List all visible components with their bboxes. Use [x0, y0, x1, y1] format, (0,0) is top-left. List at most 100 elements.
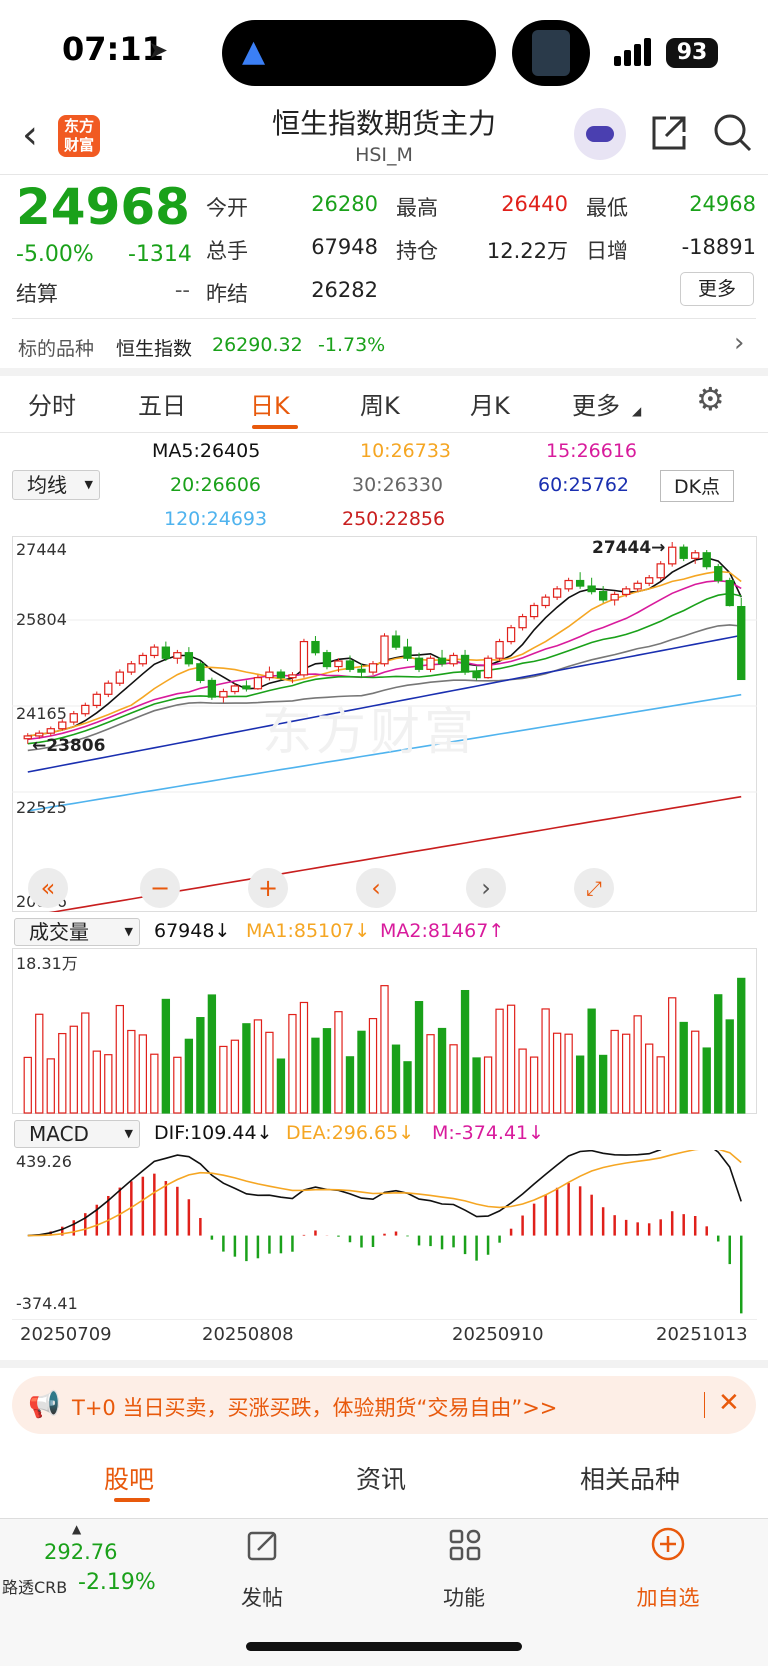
open-label: 今开 [206, 196, 248, 220]
volume-bar [621, 1033, 631, 1114]
macd-chart[interactable] [12, 1150, 757, 1320]
volume-bar [610, 1029, 619, 1114]
close-icon[interactable]: ✕ [718, 1388, 740, 1418]
tab-five-day[interactable]: 五日 [138, 386, 186, 421]
volume-select-label: 成交量 [29, 920, 89, 944]
candle [449, 654, 458, 665]
ma120-label: 120:24693 [164, 508, 268, 530]
volume-bar [714, 994, 723, 1114]
ma60-label: 60:25762 [538, 474, 630, 496]
volume-bar [58, 1032, 67, 1114]
volume-bar [391, 1044, 401, 1114]
gear-icon[interactable]: ⚙ [696, 380, 725, 418]
volume-bar [506, 1004, 516, 1114]
fullscreen-icon[interactable]: ⤢ [574, 868, 614, 908]
candle [345, 660, 355, 670]
candle [380, 635, 389, 665]
tab-related[interactable]: 相关品种 [580, 1460, 680, 1496]
tab-daily-k[interactable]: 日K [250, 386, 290, 421]
low-marker: ←23806 [32, 736, 106, 756]
volume-bar [173, 1056, 182, 1114]
candle [357, 668, 366, 673]
ma30-label: 30:26330 [352, 474, 444, 496]
change-amount: -1314 [128, 242, 192, 267]
more-quote-button[interactable]: 更多 [680, 272, 754, 306]
candle [426, 657, 435, 670]
volume-bar [138, 1034, 148, 1114]
candle [46, 728, 55, 734]
candle [288, 674, 297, 679]
tab-intraday[interactable]: 分时 [28, 386, 76, 421]
underlying-pct: -1.73% [318, 334, 386, 356]
date-label-1: 20250709 [20, 1324, 112, 1345]
scroll-right-icon[interactable]: › [466, 868, 506, 908]
settle-label: 结算 [16, 282, 58, 306]
volume-bar [69, 1025, 78, 1114]
edit-post-icon[interactable] [246, 1528, 280, 1562]
candle [621, 588, 631, 595]
volume-bar [380, 985, 389, 1114]
nav-add-label[interactable]: 加自选 [608, 1582, 728, 1612]
volume-bar [253, 1019, 263, 1114]
zoom-out-icon[interactable]: − [140, 868, 180, 908]
megaphone-icon: 📢 [28, 1390, 61, 1420]
tab-weekly-k[interactable]: 周K [360, 386, 400, 421]
candle [495, 640, 504, 659]
candle [403, 646, 412, 659]
ma15-label: 15:26616 [546, 440, 638, 462]
volume-bar [288, 1013, 297, 1114]
underlying-name: 恒生指数 [116, 338, 193, 360]
ma5-label: MA5:26405 [152, 440, 261, 462]
scroll-left-icon[interactable]: ‹ [356, 868, 396, 908]
macd-m: M:-374.41↓ [432, 1122, 545, 1144]
promo-text[interactable]: T+0 当日买卖，买涨买跌，体验期货“交易自由”>> [72, 1392, 557, 1422]
volume-bar [518, 1048, 527, 1114]
share-icon[interactable] [650, 114, 688, 152]
indicator-select-volume[interactable]: 成交量 ▼ [14, 918, 140, 946]
add-watchlist-icon[interactable] [650, 1526, 686, 1562]
nav-function-label[interactable]: 功能 [404, 1582, 524, 1612]
volume-ma2: MA2:81467↑ [380, 920, 505, 942]
candle [242, 685, 251, 690]
ma20-label: 20:26606 [170, 474, 262, 496]
candle [598, 591, 608, 601]
function-grid-icon[interactable] [448, 1528, 482, 1562]
volume-bar [196, 1017, 205, 1114]
tab-news[interactable]: 资讯 [356, 1460, 406, 1496]
low-value: 24968 [689, 192, 756, 216]
tab-more[interactable]: 更多 [572, 386, 620, 421]
search-icon[interactable] [712, 112, 754, 154]
chevron-right-icon[interactable]: › [734, 328, 744, 358]
volume-chart[interactable] [12, 948, 757, 1114]
volume-bar [230, 1039, 240, 1114]
nav-post-label[interactable]: 发帖 [202, 1582, 322, 1612]
volume-bar [357, 1030, 366, 1114]
tab-forum[interactable]: 股吧 [104, 1460, 154, 1496]
volume-bar [23, 1056, 32, 1114]
robot-assistant-icon[interactable] [574, 108, 626, 160]
zoom-left-fast-icon[interactable]: « [28, 868, 68, 908]
ma10-label: 10:26733 [360, 440, 452, 462]
high-label: 最高 [396, 196, 438, 220]
volume-bar [115, 1004, 124, 1114]
candle [322, 652, 332, 668]
indicator-select-macd[interactable]: MACD ▼ [14, 1120, 140, 1148]
candle [127, 663, 136, 673]
date-label-3: 20250910 [452, 1324, 544, 1345]
tab-monthly-k[interactable]: 月K [470, 386, 510, 421]
volume-bar [495, 1008, 504, 1114]
candle [161, 646, 171, 659]
ma-select[interactable]: 均线 ▼ [12, 470, 100, 500]
index-value[interactable]: 292.76 [44, 1540, 117, 1564]
ma-select-label: 均线 [27, 473, 67, 497]
dk-point-button[interactable]: DK点 [660, 470, 734, 502]
daily-inc-label: 日增 [586, 239, 628, 263]
volume-bar [184, 1038, 194, 1114]
collapse-caret-icon[interactable]: ▲ [72, 1522, 81, 1536]
candle [299, 640, 309, 676]
zoom-in-icon[interactable]: + [248, 868, 288, 908]
volume-bar [587, 1008, 596, 1114]
volume-ma1-text: MA1:85107 [246, 920, 355, 942]
volume-bar [541, 1008, 550, 1114]
volume-bar [460, 989, 470, 1114]
